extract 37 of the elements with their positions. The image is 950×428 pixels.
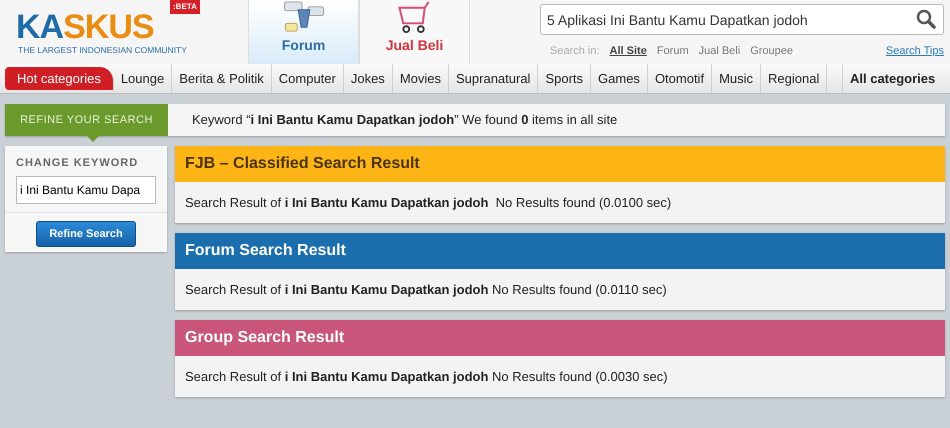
category-link[interactable]: Games	[591, 64, 648, 93]
search-icon[interactable]	[916, 9, 936, 29]
refine-search-button[interactable]: Refine Search	[36, 220, 136, 247]
beta-badge: :BETA	[170, 0, 200, 14]
category-link[interactable]: Lounge	[114, 64, 172, 93]
result-text: Search Result of i Ini Bantu Kamu Dapatkan jodoh No Results found (0.0030 sec)	[184, 368, 669, 386]
search-scope-link[interactable]: Groupee	[750, 43, 793, 60]
category-link[interactable]: Computer	[272, 64, 344, 93]
category-link[interactable]: Sports	[538, 64, 592, 93]
category-link[interactable]: Music	[712, 64, 762, 93]
result-text: Search Result of i Ini Bantu Kamu Dapatkan jodoh No Results found (0.0110 sec)	[184, 280, 668, 299]
search-scope-link[interactable]: Jual Beli	[698, 43, 740, 60]
change-keyword-heading: CHANGE KEYWORD	[15, 156, 140, 171]
category-link[interactable]: Regional	[761, 64, 828, 93]
cart-tab[interactable]: Jual Beli	[359, 0, 470, 64]
search-tips-link[interactable]: Search Tips	[886, 43, 944, 60]
category-link[interactable]: Jokes	[344, 64, 393, 93]
logo-tagline: THE LARGEST INDONESIAN COMMUNITY	[18, 44, 188, 57]
search-scope-link[interactable]: Forum	[656, 43, 689, 60]
search-field[interactable]: 5 Aplikasi Ini Bantu Kamu Dapatkan jodoh	[540, 4, 944, 35]
search-in-label: Search in:	[550, 44, 600, 59]
pointer-arrow	[87, 136, 99, 142]
keyword-field[interactable]: i Ini Bantu Kamu Dapa	[16, 176, 156, 204]
category-link[interactable]: Otomotif	[648, 64, 712, 93]
search-summary: Keyword “i Ini Bantu Kamu Dapatkan jodoh” We found 0 items in all site	[192, 111, 618, 130]
category-link[interactable]: Movies	[392, 64, 449, 93]
search-scope-link[interactable]: All Site	[610, 43, 647, 60]
result-header: Forum Search Result	[175, 233, 945, 269]
result-header: Group Search Result	[175, 320, 945, 356]
logo[interactable]: KASKUS	[6, 10, 164, 44]
category-link[interactable]: Berita & Politik	[172, 64, 272, 93]
all-categories-dropdown[interactable]: All categories	[842, 64, 950, 93]
category-link[interactable]: Supranatural	[449, 64, 538, 93]
hot-categories-tab[interactable]: Hot categories	[5, 67, 114, 90]
result-text: Search Result of i Ini Bantu Kamu Dapatkan jodoh No Results found (0.0100 sec)	[184, 194, 672, 212]
forum-tab[interactable]: Forum	[248, 0, 359, 64]
result-header: FJB – Classified Search Result	[175, 146, 945, 182]
